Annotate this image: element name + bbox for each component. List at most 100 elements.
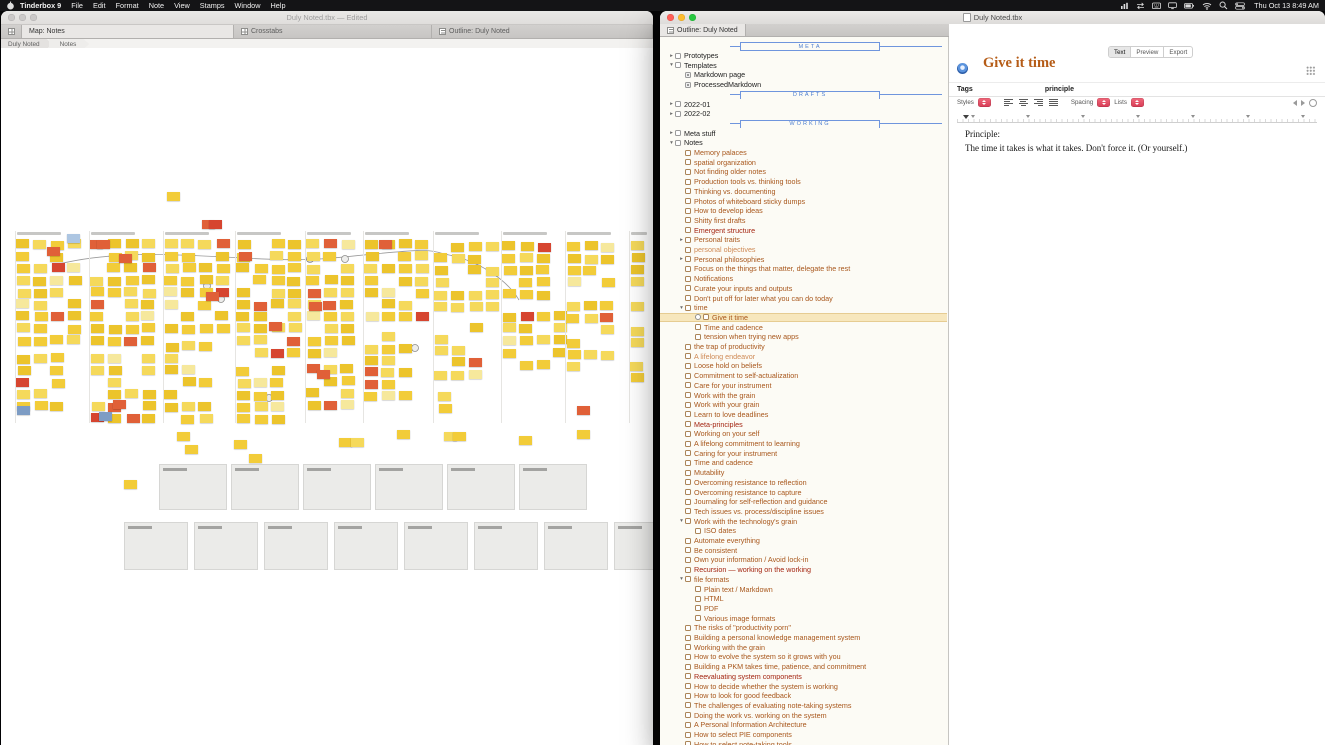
map-note[interactable] bbox=[537, 254, 550, 263]
indent-marker[interactable] bbox=[963, 115, 969, 119]
map-note[interactable] bbox=[254, 392, 267, 401]
map-note[interactable] bbox=[108, 337, 121, 346]
map-container[interactable] bbox=[404, 522, 468, 570]
mode-text-button[interactable]: Text bbox=[1109, 47, 1131, 57]
map-note[interactable] bbox=[200, 324, 213, 333]
map-note[interactable] bbox=[503, 336, 516, 345]
map-note[interactable] bbox=[577, 406, 590, 415]
map-note[interactable] bbox=[503, 323, 516, 332]
map-note[interactable] bbox=[50, 402, 63, 411]
map-note[interactable] bbox=[351, 438, 364, 447]
map-note[interactable] bbox=[17, 406, 30, 415]
map-note[interactable] bbox=[108, 390, 121, 399]
map-container[interactable] bbox=[519, 464, 587, 510]
note-color-swatch[interactable] bbox=[957, 63, 968, 74]
map-container[interactable] bbox=[375, 464, 443, 510]
map-note[interactable] bbox=[272, 289, 285, 298]
map-note[interactable] bbox=[631, 302, 644, 311]
map-note[interactable] bbox=[272, 366, 285, 375]
disclosure-triangle[interactable]: ▸ bbox=[668, 111, 675, 117]
map-note[interactable] bbox=[16, 299, 29, 308]
menu-format[interactable]: Format bbox=[111, 1, 144, 10]
outline-item[interactable]: Working on your self bbox=[660, 429, 947, 439]
map-note[interactable] bbox=[317, 370, 330, 379]
nav-circle-icon[interactable] bbox=[1309, 99, 1317, 107]
map-note[interactable] bbox=[379, 240, 392, 249]
map-note[interactable] bbox=[631, 277, 644, 286]
zoom-button[interactable] bbox=[30, 14, 37, 21]
map-note[interactable] bbox=[538, 243, 551, 252]
map-note[interactable] bbox=[255, 264, 268, 273]
map-note[interactable] bbox=[365, 367, 378, 376]
tab-map-notes[interactable]: Map: Notes bbox=[22, 25, 234, 38]
map-container[interactable] bbox=[544, 522, 608, 570]
map-note[interactable] bbox=[342, 376, 355, 385]
map-note[interactable] bbox=[502, 254, 515, 263]
map-note[interactable] bbox=[182, 341, 195, 350]
map-note[interactable] bbox=[127, 414, 140, 423]
map-note[interactable] bbox=[325, 324, 338, 333]
outline-item[interactable]: The challenges of evaluating note-taking… bbox=[660, 701, 947, 711]
outline-item[interactable]: ▾time bbox=[660, 303, 947, 313]
map-note[interactable] bbox=[452, 346, 465, 355]
map-note[interactable] bbox=[141, 311, 154, 320]
map-note[interactable] bbox=[504, 266, 517, 275]
outline-item[interactable]: Time and cadence bbox=[660, 458, 947, 468]
map-note[interactable] bbox=[109, 325, 122, 334]
map-note[interactable] bbox=[124, 263, 137, 272]
map-note[interactable] bbox=[486, 267, 499, 276]
map-note[interactable] bbox=[438, 392, 451, 401]
map-note[interactable] bbox=[142, 366, 155, 375]
map-note[interactable] bbox=[382, 332, 395, 341]
disclosure-triangle[interactable]: ▸ bbox=[668, 130, 675, 136]
map-note[interactable] bbox=[502, 241, 515, 250]
outline-item[interactable]: Loose hold on beliefs bbox=[660, 361, 947, 371]
map-note[interactable] bbox=[308, 337, 321, 346]
map-note[interactable] bbox=[91, 366, 104, 375]
map-note[interactable] bbox=[519, 278, 532, 287]
menu-clock[interactable]: Thu Oct 13 8:49 AM bbox=[1252, 1, 1319, 10]
map-note[interactable] bbox=[90, 312, 103, 321]
outline-separator[interactable]: WORKING bbox=[660, 119, 947, 129]
map-note[interactable] bbox=[215, 311, 228, 320]
map-note[interactable] bbox=[585, 241, 598, 250]
outline-item[interactable]: ▾Work with the technology's grain bbox=[660, 516, 947, 526]
map-note[interactable] bbox=[217, 239, 230, 248]
outline-item[interactable]: ▸2022-01 bbox=[660, 99, 947, 109]
map-note[interactable] bbox=[382, 288, 395, 297]
map-note[interactable] bbox=[382, 264, 395, 273]
map-note[interactable] bbox=[567, 242, 580, 251]
map-note[interactable] bbox=[435, 346, 448, 355]
map-container[interactable] bbox=[194, 522, 258, 570]
map-note[interactable] bbox=[217, 324, 230, 333]
outline-item[interactable]: A lifelong commitment to learning bbox=[660, 439, 947, 449]
battery-icon[interactable] bbox=[1184, 2, 1195, 10]
map-note[interactable] bbox=[520, 266, 533, 275]
map-note[interactable] bbox=[142, 354, 155, 363]
map-note[interactable] bbox=[199, 342, 212, 351]
map-note[interactable] bbox=[568, 254, 581, 263]
map-note[interactable] bbox=[198, 240, 211, 249]
map-note[interactable] bbox=[272, 265, 285, 274]
map-note[interactable] bbox=[97, 240, 110, 249]
map-note[interactable] bbox=[238, 240, 251, 249]
outline-item[interactable]: Automate everything bbox=[660, 536, 947, 546]
map-note[interactable] bbox=[141, 300, 154, 309]
map-note[interactable] bbox=[520, 361, 533, 370]
map-note[interactable] bbox=[18, 337, 31, 346]
outline-item[interactable]: Various image formats bbox=[660, 613, 947, 623]
map-note[interactable] bbox=[52, 379, 65, 388]
map-window-titlebar[interactable]: Duly Noted.tbx — Edited bbox=[1, 11, 653, 25]
map-note[interactable] bbox=[255, 348, 268, 357]
map-note[interactable] bbox=[307, 311, 320, 320]
map-note[interactable] bbox=[142, 275, 155, 284]
map-note[interactable] bbox=[35, 312, 48, 321]
map-note[interactable] bbox=[119, 254, 132, 263]
outline-item[interactable]: Own your information / Avoid lock-in bbox=[660, 555, 947, 565]
map-note[interactable] bbox=[142, 239, 155, 248]
disclosure-triangle[interactable]: ▾ bbox=[678, 576, 685, 582]
map-note[interactable] bbox=[33, 240, 46, 249]
map-note[interactable] bbox=[126, 239, 139, 248]
map-note[interactable] bbox=[91, 336, 104, 345]
menu-file[interactable]: File bbox=[66, 1, 88, 10]
